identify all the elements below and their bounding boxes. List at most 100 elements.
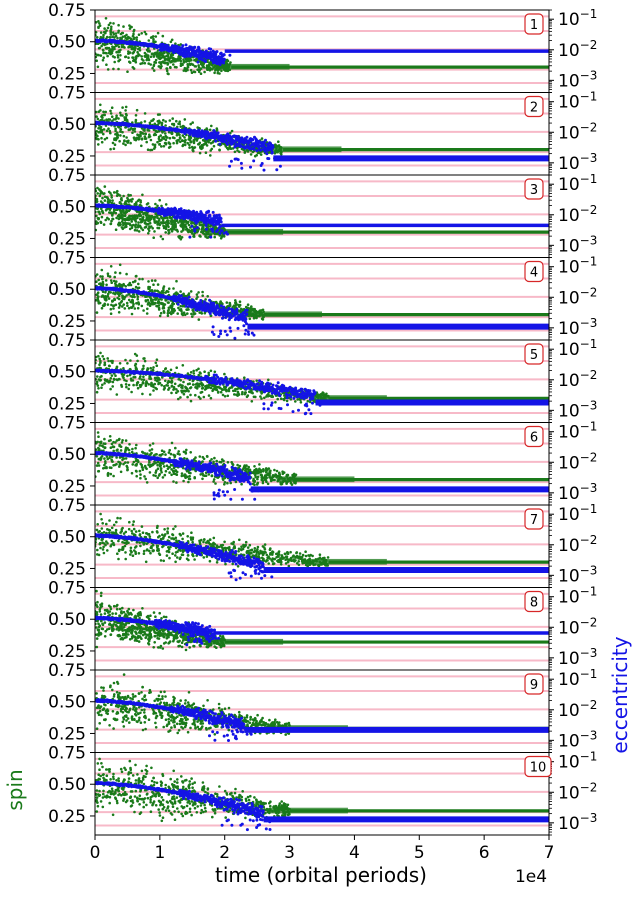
spin-point [147, 58, 151, 62]
spin-point [122, 25, 125, 28]
spin-point [211, 141, 214, 144]
spin-point [177, 58, 180, 61]
ecc-point [259, 148, 263, 152]
spin-point [201, 290, 204, 294]
spin-point [115, 191, 118, 194]
spin-point [172, 122, 176, 126]
spin-point [120, 283, 123, 287]
spin-point [118, 271, 122, 275]
spin-point [189, 290, 193, 293]
spin-point [153, 230, 156, 233]
spin-point [188, 146, 191, 149]
panels: 0.750.500.2510−110−210−310.750.500.2510−… [48, 1, 597, 836]
spin-point [111, 45, 114, 48]
left-tick-label: 0.75 [48, 84, 86, 104]
spin-point [99, 275, 102, 278]
spin-point [97, 210, 100, 214]
spin-point [117, 29, 120, 33]
spin-point [100, 215, 104, 219]
spin-point [106, 54, 109, 58]
spin-point [100, 140, 104, 144]
spin-point [113, 298, 117, 302]
spin-point [104, 17, 108, 20]
ecc-point [216, 131, 220, 135]
spin-point [125, 225, 128, 228]
spin-point [228, 302, 232, 306]
spin-point [95, 115, 98, 118]
ecc-point [225, 142, 229, 146]
spin-point [108, 129, 112, 133]
spin-point [97, 53, 100, 57]
spin-point [148, 221, 152, 225]
spin-point [140, 55, 143, 58]
spin-point [152, 55, 156, 58]
spin-point [123, 211, 126, 215]
spin-point [170, 222, 173, 226]
spin-point [164, 120, 167, 123]
ecc-point [255, 149, 259, 153]
spin-point [96, 65, 100, 69]
spin-point [210, 124, 213, 128]
ecc-point [193, 53, 197, 57]
spin-point [168, 136, 172, 140]
spin-point [103, 185, 107, 188]
ecc-point [219, 229, 223, 233]
spin-point [198, 151, 202, 155]
panel-number: 1 [530, 18, 538, 33]
spin-point [118, 201, 122, 205]
spin-point [145, 140, 148, 144]
spin-point [106, 26, 110, 30]
spin-point [212, 144, 216, 148]
spin-point [122, 134, 126, 138]
spin-point [103, 195, 107, 199]
ecc-point [223, 58, 226, 61]
spin-point [193, 58, 196, 62]
spin-point [134, 114, 138, 117]
spin-point [234, 301, 238, 304]
spin-point [105, 29, 108, 32]
ecc-point [219, 217, 223, 220]
spin-point [109, 21, 112, 25]
spin-point [221, 234, 224, 238]
ecc-point [211, 229, 215, 233]
panel-frame [94, 92, 550, 176]
spin-point [106, 216, 109, 220]
spin-point [131, 128, 135, 132]
spin-point [159, 311, 163, 315]
spin-point [167, 301, 170, 304]
spin-point [203, 311, 207, 315]
spin-point [188, 135, 191, 139]
spin-point [123, 139, 126, 143]
spin-point [147, 39, 151, 42]
spin-point [119, 127, 122, 131]
spin-point [135, 136, 139, 140]
spin-point [112, 147, 116, 150]
spin-point [126, 198, 130, 201]
ecc-point [218, 142, 222, 146]
spin-point [207, 140, 210, 144]
spin-point [156, 226, 159, 230]
spin-point [191, 315, 194, 318]
spin-point [161, 218, 165, 222]
spin-point [200, 63, 204, 66]
spin-point [154, 279, 157, 282]
spin-point [209, 154, 212, 157]
spin-point [167, 146, 171, 149]
spin-point [136, 199, 140, 203]
spin-point [117, 59, 120, 63]
ecc-point [197, 46, 201, 50]
spin-point [213, 235, 216, 239]
spin-point [101, 58, 105, 62]
spin-point [177, 221, 180, 224]
spin-point [117, 23, 120, 27]
spin-point [100, 295, 104, 298]
spin-point [135, 38, 138, 42]
spin-point [140, 144, 143, 148]
spin-point [249, 153, 253, 156]
spin-point [101, 277, 104, 281]
spin-point [192, 149, 195, 153]
spin-point [162, 225, 166, 228]
ecc-point [271, 145, 275, 149]
spin-point [215, 127, 219, 130]
spin-point [103, 296, 106, 299]
